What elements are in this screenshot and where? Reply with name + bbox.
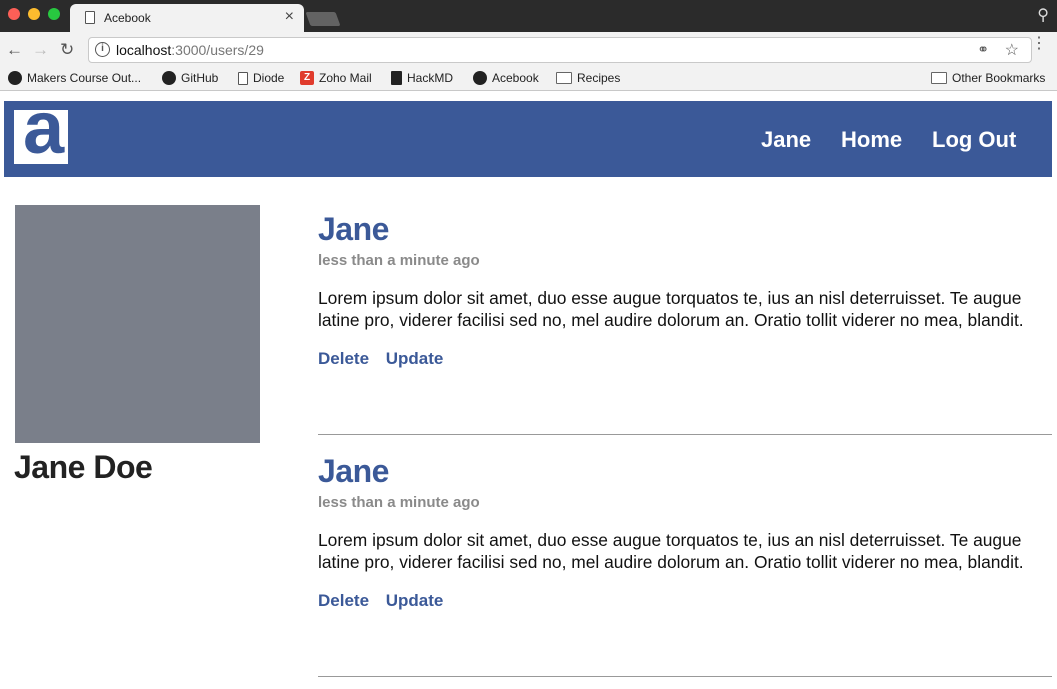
- github-icon: [162, 71, 176, 85]
- nav-home-link[interactable]: Home: [841, 127, 902, 153]
- bookmark-zoho-mail[interactable]: Z Zoho Mail: [300, 71, 372, 85]
- nav-profile-link[interactable]: Jane: [761, 127, 811, 153]
- post-body: Lorem ipsum dolor sit amet, duo esse aug…: [318, 288, 1024, 330]
- document-icon: [238, 71, 248, 85]
- app-header: a Jane Home Log Out: [4, 101, 1052, 177]
- other-bookmarks[interactable]: Other Bookmarks: [931, 71, 1045, 85]
- browser-titlebar: Acebook × ⚲: [0, 0, 1057, 32]
- browser-toolbar: ← → ↻ i localhost:3000/users/29 ⚭ ☆ ⋮: [0, 32, 1057, 68]
- bookmark-recipes[interactable]: Recipes: [556, 71, 620, 85]
- post-author[interactable]: Jane: [318, 453, 1052, 490]
- post-body: Lorem ipsum dolor sit amet, duo esse aug…: [318, 530, 1024, 572]
- post: Jane less than a minute ago Lorem ipsum …: [318, 453, 1052, 611]
- delete-post-button[interactable]: Delete: [318, 591, 369, 610]
- post-divider: [318, 676, 1052, 677]
- minimize-window-button[interactable]: [28, 8, 40, 20]
- incognito-icon: ⚲: [1037, 7, 1049, 24]
- bookmark-github[interactable]: GitHub: [162, 71, 218, 85]
- github-icon: [8, 71, 22, 85]
- reload-icon[interactable]: ↻: [60, 40, 74, 60]
- zoom-icon[interactable]: ⚭: [977, 41, 989, 58]
- forward-arrow-icon[interactable]: →: [32, 40, 49, 60]
- bookmarks-bar: Makers Course Out... GitHub Diode Z Zoho…: [0, 68, 1057, 91]
- folder-icon: [931, 72, 947, 84]
- post-author[interactable]: Jane: [318, 211, 1052, 248]
- post-actions: Delete Update: [318, 349, 1052, 369]
- post-timestamp: less than a minute ago: [318, 252, 480, 269]
- site-info-icon[interactable]: i: [95, 42, 110, 57]
- bookmark-hackmd[interactable]: HackMD: [391, 71, 453, 85]
- delete-post-button[interactable]: Delete: [318, 349, 369, 368]
- new-tab-button[interactable]: [305, 12, 341, 26]
- bookmark-makers-course[interactable]: Makers Course Out...: [8, 71, 141, 85]
- browser-tab-acebook[interactable]: Acebook ×: [70, 4, 304, 32]
- document-filled-icon: [391, 71, 402, 85]
- post-actions: Delete Update: [318, 591, 1052, 611]
- profile-photo: [15, 205, 260, 443]
- window-controls: [8, 8, 60, 20]
- profile-name: Jane Doe: [14, 449, 153, 485]
- back-arrow-icon[interactable]: ←: [6, 40, 23, 60]
- bookmark-star-icon[interactable]: ☆: [1005, 40, 1019, 60]
- nav-logout-link[interactable]: Log Out: [932, 127, 1016, 153]
- maximize-window-button[interactable]: [48, 8, 60, 20]
- update-post-button[interactable]: Update: [386, 591, 444, 610]
- bookmark-acebook[interactable]: Acebook: [473, 71, 539, 85]
- browser-menu-icon[interactable]: ⋮: [1031, 36, 1047, 52]
- bookmark-diode[interactable]: Diode: [238, 71, 284, 85]
- close-tab-icon[interactable]: ×: [285, 8, 294, 26]
- tab-title: Acebook: [104, 11, 151, 25]
- github-icon: [473, 71, 487, 85]
- post-divider: [318, 434, 1052, 435]
- acebook-logo[interactable]: a: [14, 110, 68, 164]
- update-post-button[interactable]: Update: [386, 349, 444, 368]
- url-text[interactable]: localhost:3000/users/29: [116, 42, 264, 58]
- address-bar[interactable]: i localhost:3000/users/29 ⚭ ☆: [88, 37, 1032, 63]
- post: Jane less than a minute ago Lorem ipsum …: [318, 211, 1052, 369]
- page-icon: [85, 11, 95, 24]
- zoho-icon: Z: [300, 71, 314, 85]
- post-timestamp: less than a minute ago: [318, 494, 480, 511]
- close-window-button[interactable]: [8, 8, 20, 20]
- folder-icon: [556, 72, 572, 84]
